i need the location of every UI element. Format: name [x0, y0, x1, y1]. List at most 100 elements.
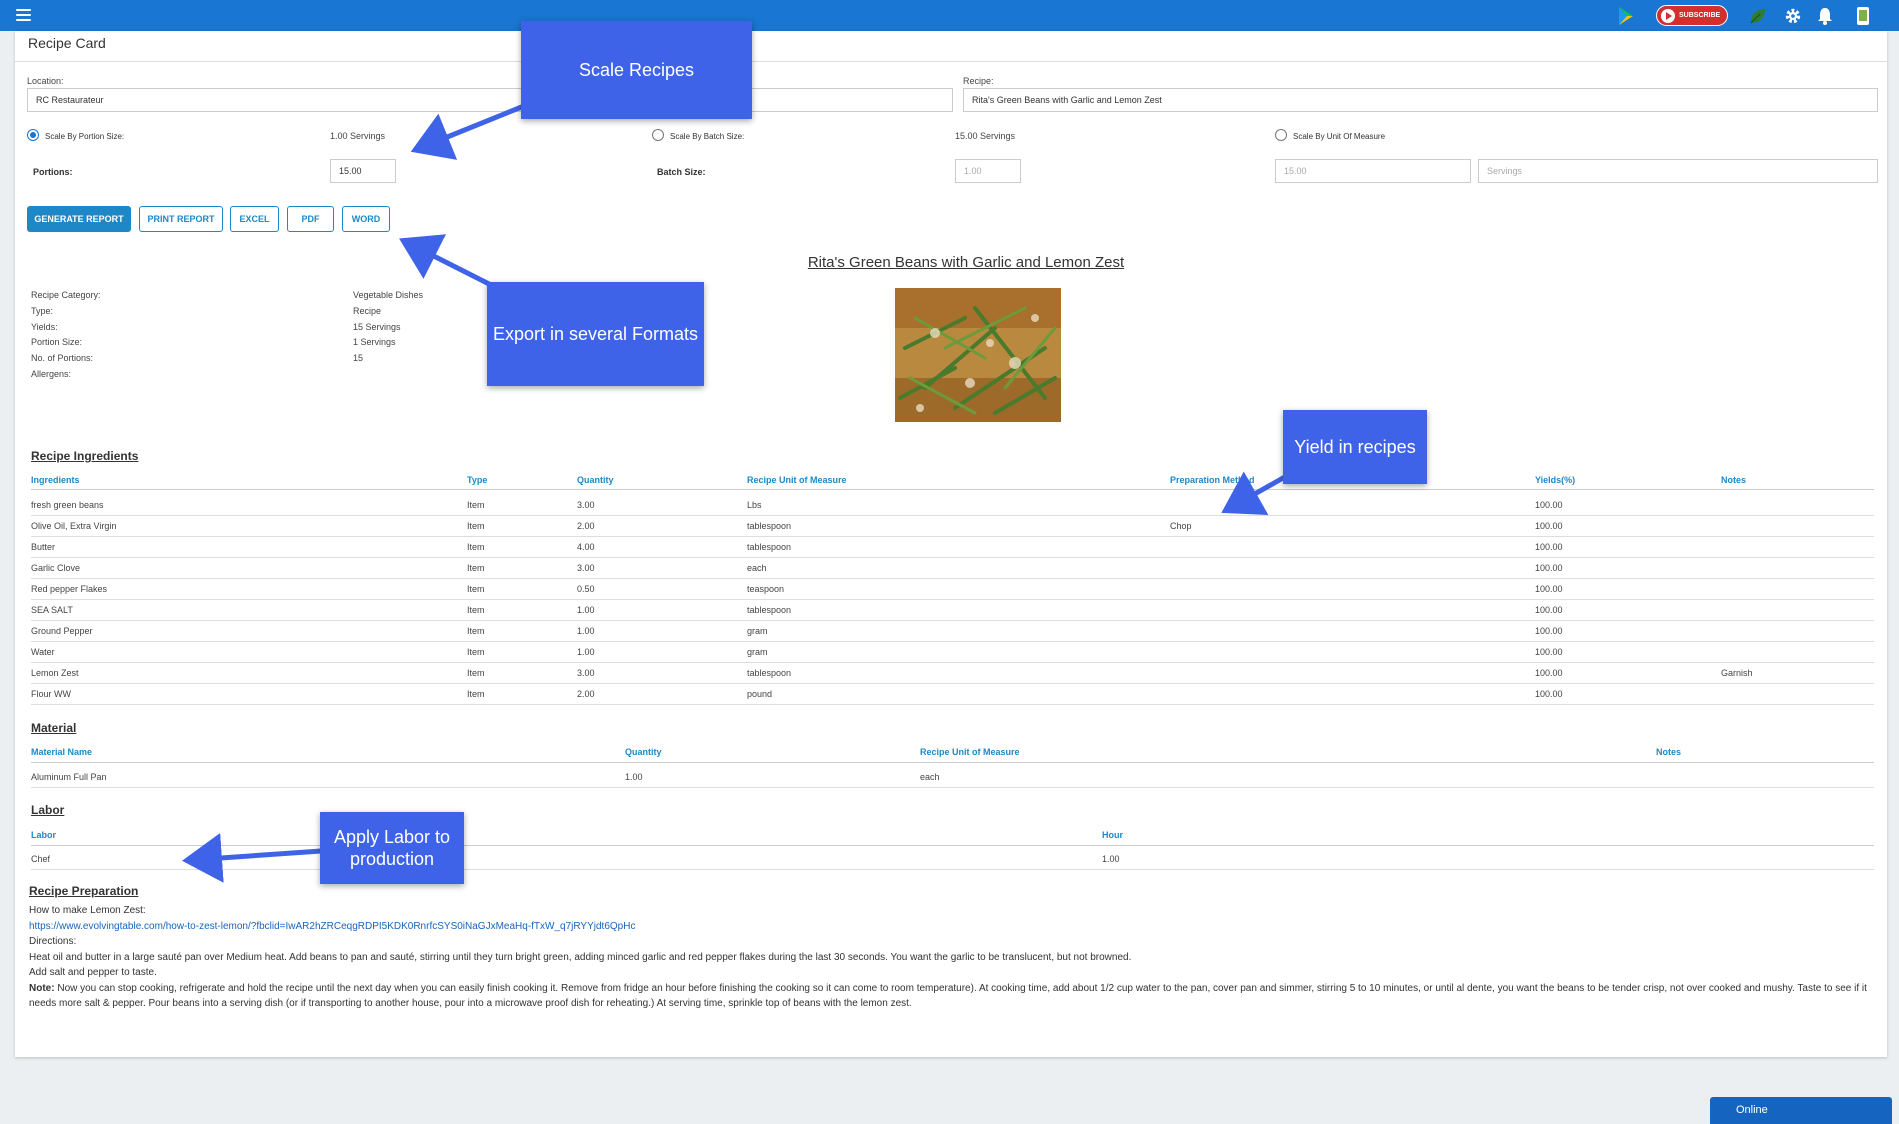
labor-section-title: Labor	[31, 803, 65, 817]
table-cell: tablespoon	[747, 542, 792, 552]
table-cell: each	[920, 772, 940, 782]
preparation-section-title: Recipe Preparation	[29, 884, 139, 898]
ingredients-section-title: Recipe Ingredients	[31, 449, 139, 463]
table-cell: 100.00	[1535, 542, 1563, 552]
table-cell: Chop	[1170, 521, 1192, 531]
portions-label: Portions:	[33, 167, 73, 177]
table-cell: tablespoon	[747, 605, 792, 615]
uom-unit-input[interactable]: Servings	[1478, 159, 1878, 183]
uom-quantity-input[interactable]: 15.00	[1275, 159, 1471, 183]
table-cell: 1.00	[1102, 854, 1120, 864]
table-row: Chef	[31, 854, 51, 864]
scale-by-batch-radio[interactable]	[652, 129, 664, 141]
bell-icon[interactable]	[1817, 6, 1833, 26]
row-divider	[31, 557, 1874, 558]
row-divider	[31, 683, 1874, 684]
info-value: 1 Servings	[353, 337, 396, 347]
table-cell: 2.00	[577, 689, 595, 699]
col-header-material-name: Material Name	[31, 747, 93, 757]
hamburger-menu-icon[interactable]	[16, 9, 31, 21]
recipe-card-panel: Recipe Card Location: RC Restaurateur Re…	[15, 31, 1887, 1057]
info-value: Vegetable Dishes	[353, 290, 424, 300]
table-row: Aluminum Full Pan	[31, 772, 107, 782]
recipe-select[interactable]: Rita's Green Beans with Garlic and Lemon…	[963, 88, 1878, 112]
table-row: fresh green beans	[31, 500, 104, 510]
info-label: Yields:	[31, 322, 58, 332]
lemon-zest-link[interactable]: https://www.evolvingtable.com/how-to-zes…	[29, 921, 635, 932]
table-row: Red pepper Flakes	[31, 584, 108, 594]
row-divider	[31, 787, 1874, 788]
report-title: Rita's Green Beans with Garlic and Lemon…	[807, 254, 1125, 271]
recipe-photo	[895, 288, 1061, 422]
portions-input[interactable]: 15.00	[330, 159, 396, 183]
pdf-export-button[interactable]: PDF	[287, 206, 334, 232]
subscribe-label: SUBSCRIBE	[1679, 12, 1721, 19]
scale-by-uom-label: Scale By Unit Of Measure	[1293, 132, 1386, 141]
table-cell: 100.00	[1535, 521, 1563, 531]
table-row: Olive Oil, Extra Virgin	[31, 521, 117, 531]
location-select[interactable]: RC Restaurateur	[27, 88, 953, 112]
table-cell: Item	[467, 668, 485, 678]
prep-line: Heat oil and butter in a large sauté pan…	[29, 951, 1132, 963]
table-cell: 100.00	[1535, 605, 1563, 615]
online-status-bar[interactable]: Online	[1710, 1097, 1892, 1124]
youtube-subscribe-button[interactable]: SUBSCRIBE	[1656, 5, 1728, 26]
preparation-text: How to make Lemon Zest: https://www.evol…	[29, 903, 1869, 1012]
table-cell: Item	[467, 584, 485, 594]
table-cell: 100.00	[1535, 668, 1563, 678]
col-header-material-quantity: Quantity	[625, 747, 662, 757]
info-label: Allergens:	[31, 369, 72, 379]
table-cell: Item	[467, 500, 485, 510]
table-cell: Item	[467, 605, 485, 615]
word-export-button[interactable]: WORD	[342, 206, 390, 232]
leaf-icon[interactable]	[1748, 6, 1768, 26]
material-section-title: Material	[31, 721, 77, 735]
callout-apply-labor: Apply Labor to production	[320, 812, 464, 884]
col-header-material-uom: Recipe Unit of Measure	[920, 747, 1020, 757]
youtube-icon	[1661, 8, 1675, 23]
scale-by-portion-radio[interactable]	[27, 129, 39, 141]
table-cell: Garnish	[1721, 668, 1753, 678]
row-divider	[31, 869, 1874, 870]
table-cell: tablespoon	[747, 668, 792, 678]
table-cell: 3.00	[577, 563, 595, 573]
info-value: 15	[353, 353, 364, 363]
batch-size-input[interactable]: 1.00	[955, 159, 1021, 183]
table-row: Flour WW	[31, 689, 71, 699]
row-divider	[31, 515, 1874, 516]
table-divider	[31, 845, 1874, 846]
table-row: Garlic Clove	[31, 563, 81, 573]
table-cell: 3.00	[577, 500, 595, 510]
table-cell: 100.00	[1535, 689, 1563, 699]
gear-icon[interactable]	[1784, 6, 1802, 26]
row-divider	[31, 641, 1874, 642]
table-cell: 100.00	[1535, 563, 1563, 573]
generate-report-button[interactable]: GENERATE REPORT	[27, 206, 131, 232]
table-cell: Item	[467, 542, 485, 552]
play-store-icon[interactable]	[1617, 6, 1635, 26]
excel-export-button[interactable]: EXCEL	[230, 206, 279, 232]
table-cell: Lbs	[747, 500, 762, 510]
print-report-button[interactable]: PRINT REPORT	[139, 206, 223, 232]
portion-size-value: 1.00 Servings	[330, 131, 386, 141]
col-header-preparation-method: Preparation Method	[1170, 475, 1255, 485]
table-cell: 2.00	[577, 521, 595, 531]
table-cell: Item	[467, 563, 485, 573]
scale-by-uom-radio[interactable]	[1275, 129, 1287, 141]
col-header-material-notes: Notes	[1656, 747, 1682, 757]
table-cell: 100.00	[1535, 647, 1563, 657]
table-cell: Item	[467, 521, 485, 531]
table-divider	[31, 489, 1874, 490]
table-cell: gram	[747, 626, 768, 636]
table-row: Water	[31, 647, 55, 657]
mobile-app-icon[interactable]	[1856, 6, 1870, 26]
col-header-labor: Labor	[31, 830, 57, 840]
batch-size-servings-value: 15.00 Servings	[955, 131, 1016, 141]
col-header-uom: Recipe Unit of Measure	[747, 475, 847, 485]
location-label: Location:	[27, 76, 64, 86]
table-cell: 0.50	[577, 584, 595, 594]
table-cell: 100.00	[1535, 500, 1563, 510]
col-header-hour: Hour	[1102, 830, 1123, 840]
card-title: Recipe Card	[28, 35, 106, 51]
prep-line: Add salt and pepper to taste.	[29, 967, 157, 978]
